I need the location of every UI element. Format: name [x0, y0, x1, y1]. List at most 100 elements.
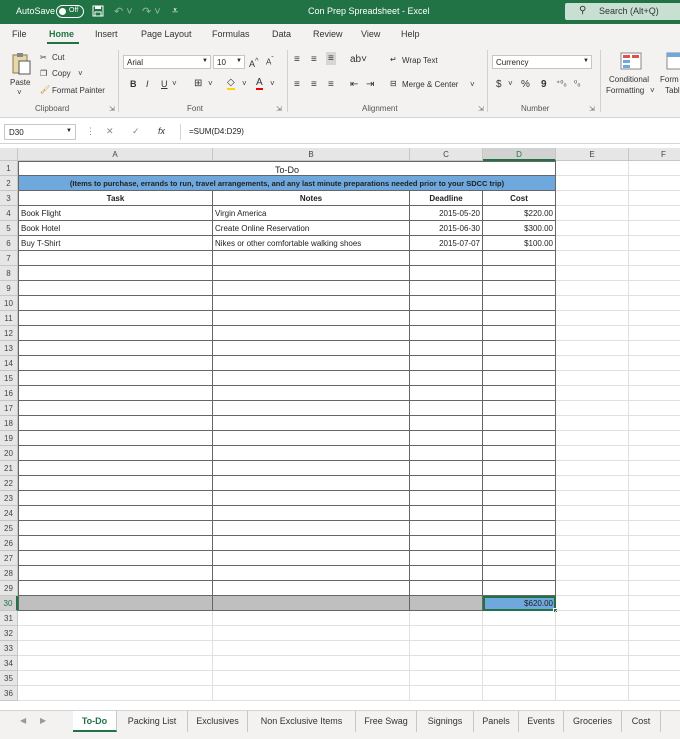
cancel-icon[interactable]: ✕: [106, 126, 114, 137]
total-cost-cell[interactable]: $620.00: [483, 596, 556, 611]
empty-cell[interactable]: [18, 356, 213, 371]
decrease-decimal-icon[interactable]: ⁰₀: [574, 79, 581, 88]
empty-cell[interactable]: [556, 386, 629, 401]
row-header[interactable]: 17: [0, 401, 18, 416]
underline-button[interactable]: U: [161, 79, 168, 89]
row-header[interactable]: 8: [0, 266, 18, 281]
empty-cell[interactable]: [629, 656, 680, 671]
underline-dropdown-icon[interactable]: ˅: [172, 79, 177, 88]
fill-color-dropdown-icon[interactable]: ˅: [242, 79, 247, 88]
align-top-icon[interactable]: ≡: [294, 54, 300, 65]
sheet-tab-events[interactable]: Events: [519, 711, 564, 732]
empty-cell[interactable]: [213, 521, 410, 536]
empty-cell[interactable]: [213, 551, 410, 566]
row-header[interactable]: 12: [0, 326, 18, 341]
empty-cell[interactable]: [556, 401, 629, 416]
empty-cell[interactable]: [410, 551, 483, 566]
empty-cell[interactable]: [213, 536, 410, 551]
row-header[interactable]: 5: [0, 221, 18, 236]
empty-cell[interactable]: [629, 611, 680, 626]
empty-cell[interactable]: [483, 386, 556, 401]
empty-cell[interactable]: [410, 656, 483, 671]
empty-cell[interactable]: [18, 461, 213, 476]
header-cell[interactable]: Deadline: [410, 191, 483, 206]
empty-cell[interactable]: [213, 266, 410, 281]
empty-cell[interactable]: [18, 251, 213, 266]
table-cell-task[interactable]: Buy T-Shirt: [18, 236, 213, 251]
empty-cell[interactable]: [483, 281, 556, 296]
empty-cell[interactable]: [483, 371, 556, 386]
empty-cell[interactable]: [556, 641, 629, 656]
empty-cell[interactable]: [483, 251, 556, 266]
empty-cell[interactable]: [410, 671, 483, 686]
empty-cell[interactable]: [556, 656, 629, 671]
empty-cell[interactable]: [556, 416, 629, 431]
empty-cell[interactable]: [629, 461, 680, 476]
header-cell[interactable]: Task: [18, 191, 213, 206]
empty-cell[interactable]: [410, 521, 483, 536]
row-header[interactable]: 22: [0, 476, 18, 491]
empty-cell[interactable]: [629, 416, 680, 431]
empty-cell[interactable]: [213, 356, 410, 371]
empty-cell[interactable]: [18, 326, 213, 341]
sheet-tab-free-swag[interactable]: Free Swag: [356, 711, 417, 732]
empty-cell[interactable]: [213, 566, 410, 581]
empty-cell[interactable]: [629, 161, 680, 176]
orientation-icon[interactable]: ab˅: [350, 54, 367, 65]
empty-cell[interactable]: [483, 491, 556, 506]
empty-cell[interactable]: [410, 536, 483, 551]
empty-cell[interactable]: [556, 191, 629, 206]
conditional-formatting-label-2[interactable]: Formatting: [606, 86, 644, 95]
format-as-table-label-2[interactable]: Tabl: [665, 86, 680, 95]
empty-cell[interactable]: [410, 641, 483, 656]
empty-cell[interactable]: [556, 461, 629, 476]
empty-cell[interactable]: [556, 266, 629, 281]
empty-cell[interactable]: [18, 611, 213, 626]
empty-cell[interactable]: [410, 356, 483, 371]
empty-cell[interactable]: [629, 536, 680, 551]
sheet-tab-panels[interactable]: Panels: [474, 711, 519, 732]
font-color-dropdown-icon[interactable]: ˅: [270, 79, 275, 88]
empty-cell[interactable]: [410, 476, 483, 491]
currency-dropdown-icon[interactable]: ˅: [508, 79, 513, 88]
row-header[interactable]: 19: [0, 431, 18, 446]
conditional-formatting-icon[interactable]: [620, 52, 642, 72]
insert-function-icon[interactable]: fx: [158, 126, 165, 136]
row-header[interactable]: 27: [0, 551, 18, 566]
sheet-tab-to-do[interactable]: To-Do: [73, 711, 117, 732]
empty-cell[interactable]: [556, 611, 629, 626]
tab-page-layout[interactable]: Page Layout: [141, 29, 192, 39]
row-header[interactable]: 1: [0, 161, 18, 176]
row-header[interactable]: 7: [0, 251, 18, 266]
paste-button[interactable]: Paste: [10, 78, 30, 87]
empty-cell[interactable]: [556, 536, 629, 551]
table-cell-notes[interactable]: Create Online Reservation: [213, 221, 410, 236]
row-header[interactable]: 35: [0, 671, 18, 686]
empty-cell[interactable]: [483, 326, 556, 341]
row-header[interactable]: 16: [0, 386, 18, 401]
empty-cell[interactable]: [556, 506, 629, 521]
empty-cell[interactable]: [18, 341, 213, 356]
empty-cell[interactable]: [556, 296, 629, 311]
sheet-tab-cost[interactable]: Cost: [622, 711, 661, 732]
subtitle-cell[interactable]: (Items to purchase, errands to run, trav…: [18, 176, 556, 191]
row-header[interactable]: 6: [0, 236, 18, 251]
empty-cell[interactable]: [213, 641, 410, 656]
empty-cell[interactable]: [629, 221, 680, 236]
align-bottom-icon[interactable]: ≡: [326, 52, 336, 65]
empty-cell[interactable]: [410, 506, 483, 521]
align-left-icon[interactable]: ≡: [294, 79, 300, 90]
table-cell-cost[interactable]: $300.00: [483, 221, 556, 236]
empty-cell[interactable]: [213, 431, 410, 446]
title-cell[interactable]: To-Do: [18, 161, 556, 176]
column-header-f[interactable]: F: [629, 148, 680, 161]
wrap-text-button[interactable]: Wrap Text: [402, 56, 438, 65]
percent-button[interactable]: %: [521, 79, 530, 90]
empty-cell[interactable]: [629, 176, 680, 191]
tab-help[interactable]: Help: [401, 29, 420, 39]
row-header[interactable]: 34: [0, 656, 18, 671]
empty-cell[interactable]: [410, 626, 483, 641]
empty-cell[interactable]: [629, 686, 680, 701]
empty-cell[interactable]: [18, 386, 213, 401]
empty-cell[interactable]: [213, 386, 410, 401]
